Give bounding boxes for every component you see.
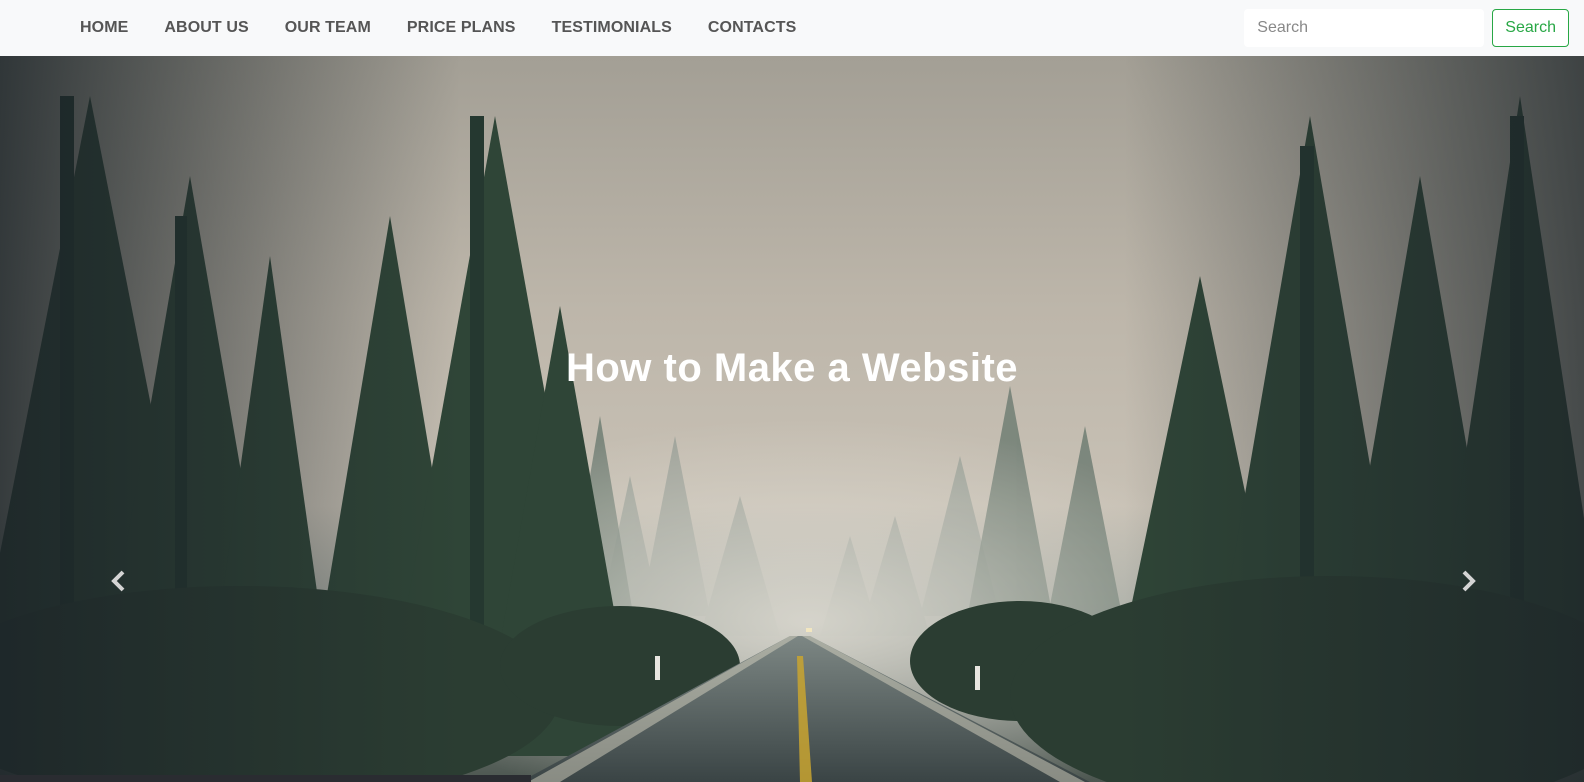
chevron-left-icon xyxy=(111,570,125,592)
search-input[interactable] xyxy=(1244,9,1485,47)
carousel-prev-button[interactable] xyxy=(94,546,144,616)
nav-item-price-plans: PRICE PLANS xyxy=(389,0,534,56)
hero-carousel: How to Make a Website xyxy=(0,56,1584,782)
nav-link-testimonials[interactable]: TESTIMONIALS xyxy=(534,0,690,56)
top-navbar: HOME ABOUT US OUR TEAM PRICE PLANS TESTI… xyxy=(0,0,1584,56)
nav-link-contacts[interactable]: CONTACTS xyxy=(690,0,815,56)
nav-item-our-team: OUR TEAM xyxy=(267,0,389,56)
hero-photo-forest-road xyxy=(0,56,1584,782)
nav-link-about-us[interactable]: ABOUT US xyxy=(146,0,266,56)
nav-menu: HOME ABOUT US OUR TEAM PRICE PLANS TESTI… xyxy=(62,0,814,56)
search-button[interactable]: Search xyxy=(1492,9,1569,47)
chevron-right-icon xyxy=(1462,570,1476,592)
nav-link-home[interactable]: HOME xyxy=(62,0,146,56)
nav-item-contacts: CONTACTS xyxy=(690,0,815,56)
nav-item-testimonials: TESTIMONIALS xyxy=(534,0,690,56)
carousel-next-button[interactable] xyxy=(1443,546,1493,616)
status-bar xyxy=(0,775,531,782)
carousel-caption: How to Make a Website xyxy=(565,346,1019,390)
nav-item-home: HOME xyxy=(62,0,146,56)
nav-link-our-team[interactable]: OUR TEAM xyxy=(267,0,389,56)
nav-item-about-us: ABOUT US xyxy=(146,0,266,56)
search-form: Search xyxy=(1244,9,1569,47)
nav-link-price-plans[interactable]: PRICE PLANS xyxy=(389,0,534,56)
